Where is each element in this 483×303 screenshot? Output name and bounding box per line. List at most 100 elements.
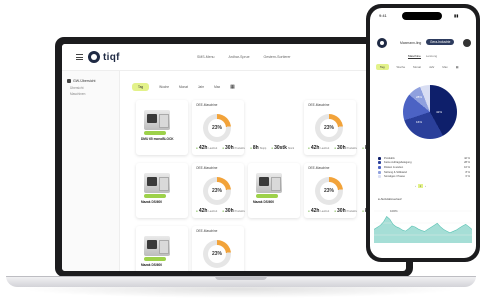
stat-value: 30h (225, 145, 234, 151)
filter-max[interactable]: Max (442, 65, 447, 69)
time-filter-bar: Tag Woche Monat Jahr Max ▦ (132, 83, 235, 91)
stat-item: ●8hStopp (250, 145, 267, 151)
factory-icon (67, 79, 71, 84)
oee-card[interactable]: OEE-Maschine 23% (192, 226, 244, 271)
nav-item[interactable]: Gestern-Sortierer (264, 55, 291, 59)
stat-unit: Laufzeit (320, 210, 330, 213)
legend-label: Sonstiges / Pause (384, 175, 405, 179)
pager-next[interactable]: › (425, 185, 426, 188)
stat-unit: Laufzeit (208, 210, 218, 213)
legend-swatch (378, 170, 381, 174)
logo-icon (377, 38, 387, 48)
phone-header: Maxmann-ling Gera-Industrie (370, 30, 476, 52)
top-nav: SMS-Menu Ardhar-Sprue Gestern-Sortierer (197, 55, 291, 59)
sidebar-item-machines[interactable]: Maschinen (70, 92, 85, 96)
stat-value: 42h (310, 208, 320, 214)
stat-unit: Produktiv (234, 147, 246, 150)
stat-unit: Laufzeit (320, 147, 330, 150)
filter-month[interactable]: Monat (179, 85, 188, 89)
battery-icon: ▮▮ (454, 13, 459, 18)
sidebar: GW-Übersicht Übersicht Maschinen (62, 71, 120, 271)
stat-item: ● 30h Produktiv (222, 208, 246, 214)
tab-machine[interactable]: Maschine (408, 54, 421, 59)
stat-value: 8h (252, 145, 259, 151)
legend-percent: 6 % (465, 175, 470, 179)
legend-percent: 16 % (464, 165, 470, 169)
stat-item: ● 42h Laufzeit (196, 145, 218, 151)
activity-section-title: ● Aktivitätsverlauf (378, 197, 402, 201)
machine-name: DMU 65 monoBLOCK (141, 137, 174, 141)
machine-image (144, 173, 170, 193)
filter-year[interactable]: Jahr (198, 85, 204, 89)
status-badge (144, 131, 166, 135)
oee-card[interactable]: OEE-Maschine 23% ● 42h Laufzeit ● 30h Produktiv… (304, 163, 406, 218)
menu-icon[interactable] (76, 54, 83, 60)
oee-card[interactable]: OEE-Maschine23%Mazak DS/600●42hLaufzeit●… (192, 100, 294, 155)
machine-card[interactable]: Mazak DS/600 (136, 163, 188, 218)
stat-unit: Stopp (259, 147, 267, 150)
legend-swatch (378, 156, 381, 160)
legend-label: Rüsten & warten (384, 165, 404, 169)
filter-day[interactable]: Tag (132, 83, 150, 91)
legend-swatch (378, 175, 381, 179)
stat-unit: Stück (287, 147, 295, 150)
tab-performance[interactable]: Leistung (426, 54, 437, 59)
dynamic-island (402, 12, 442, 20)
machine-card[interactable]: Mazak DS/600 (248, 163, 300, 218)
machine-image (144, 110, 170, 130)
app-header: tiqf SMS-Menu Ardhar-Sprue Gestern-Sorti… (62, 44, 406, 71)
stat-value: 30h (337, 145, 346, 151)
laptop-notch (215, 276, 267, 280)
user-name: Maxmann-ling (400, 41, 422, 45)
oee-card[interactable]: OEE-Maschine 23% ● 42h Laufzeit ● 30h Produktiv… (192, 163, 294, 218)
machine-card[interactable]: Mazak DS/600 (136, 226, 188, 271)
machine-image (144, 236, 170, 256)
status-time: 9:41 (379, 13, 387, 18)
filter-day[interactable]: Tag (376, 64, 389, 70)
nav-item[interactable]: Ardhar-Sprue (229, 55, 250, 59)
stat-item: ● 30h Produktiv (334, 208, 358, 214)
legend-percent: 28 % (464, 161, 470, 165)
brand-name: tiqf (103, 52, 120, 63)
stat-value: 42h (310, 145, 320, 151)
stat-item: ● 30h Produktiv (334, 145, 358, 151)
legend-swatch (378, 161, 381, 165)
pie-label: 28% (416, 95, 423, 99)
phone-filter-bar: Tag Woche Monat Jahr Max ▦ (376, 64, 458, 70)
sidebar-item-overview[interactable]: Übersicht (70, 86, 83, 90)
stat-value: 30stk (274, 145, 287, 151)
status-badge (144, 194, 166, 198)
status-pie-chart (403, 85, 457, 139)
legend-swatch (378, 165, 381, 169)
phone-tabs: Maschine Leistung (408, 54, 437, 59)
phone-screen: 9:41 ▮▮ Maxmann-ling Gera-Industrie Masc… (370, 8, 476, 258)
filter-year[interactable]: Jahr (429, 65, 434, 69)
oee-card[interactable]: OEE-Maschine23%Mazak DS/600●42hLaufzeit●… (304, 100, 406, 155)
activity-area-chart: 100% (374, 209, 472, 243)
legend-row: Sonstiges / Pause 6 % (378, 174, 470, 179)
calendar-icon[interactable]: ▦ (456, 65, 459, 69)
filter-month[interactable]: Monat (413, 65, 421, 69)
filter-week[interactable]: Woche (397, 65, 406, 69)
company-pill[interactable]: Gera-Industrie (426, 39, 455, 45)
stat-item: ● 42h Laufzeit (196, 208, 218, 214)
filter-week[interactable]: Woche (159, 85, 169, 89)
oee-donut: 23% (203, 177, 231, 205)
stat-item: ●30stkStück (271, 145, 295, 151)
oee-percent: 23% (208, 119, 226, 137)
stat-unit: Produktiv (346, 210, 358, 213)
legend-label: Störung & Stillstand (384, 170, 407, 174)
legend-percent: 42 % (464, 156, 470, 160)
sidebar-section[interactable]: GW-Übersicht (67, 79, 96, 84)
pager-page[interactable]: 1 (417, 184, 423, 188)
oee-percent: 23% (208, 245, 226, 263)
laptop-screen: tiqf SMS-Menu Ardhar-Sprue Gestern-Sorti… (62, 44, 406, 271)
calendar-icon[interactable]: ▦ (230, 84, 235, 90)
avatar[interactable] (463, 39, 471, 47)
machine-name: Mazak DS/600 (253, 200, 275, 204)
machine-card[interactable]: DMU 65 monoBLOCK (136, 100, 188, 155)
pager-prev[interactable]: ‹ (415, 185, 416, 188)
card-title: OEE-Maschine (196, 229, 218, 233)
filter-max[interactable]: Max (214, 85, 220, 89)
nav-item[interactable]: SMS-Menu (197, 55, 215, 59)
